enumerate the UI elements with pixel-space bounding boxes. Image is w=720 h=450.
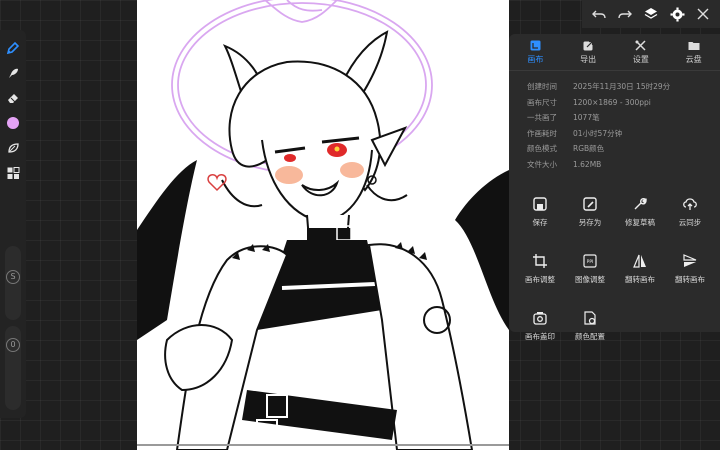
flip-horizontal-icon: [633, 254, 646, 268]
color-config-icon: [584, 311, 596, 325]
info-row: 画布尺寸 1200×1869 - 300ppi: [527, 95, 720, 111]
settings-icon: [635, 39, 646, 51]
tab-canvas[interactable]: 画布: [509, 34, 562, 70]
settings-gear-icon[interactable]: [667, 4, 687, 24]
action-label: 颜色配置: [575, 332, 605, 341]
color-swatch[interactable]: [3, 113, 23, 133]
info-key: 创建时间: [527, 82, 557, 92]
right-wing: [455, 170, 509, 330]
grid-tool-icon[interactable]: [3, 163, 23, 183]
image-adjust-button[interactable]: PPI 图像调整: [565, 251, 615, 308]
belt: [242, 390, 397, 440]
info-value: 01小时57分钟: [573, 128, 623, 138]
flip-horizontal-button[interactable]: 翻转画布: [615, 251, 665, 308]
action-label: 画布盖印: [525, 332, 555, 341]
eraser-tool-icon[interactable]: [3, 88, 23, 108]
info-key: 画布尺寸: [527, 97, 557, 107]
left-toolbar: S 0: [0, 30, 26, 418]
left-wing: [137, 160, 197, 340]
action-label: 保存: [532, 218, 548, 227]
close-icon[interactable]: [693, 4, 713, 24]
info-key: 作画耗时: [527, 128, 557, 138]
repair-icon: [634, 198, 647, 210]
tab-cloud[interactable]: 云盘: [667, 34, 720, 70]
undo-icon[interactable]: [589, 4, 609, 24]
info-row: 颜色模式 RGB颜色: [527, 141, 720, 157]
panel-tabs: 画布 导出 设置 云盘: [509, 34, 720, 71]
leaf-tool-icon[interactable]: [3, 138, 23, 158]
canvas-actions: 保存 另存为 修复草稿 云同步 画布调整 PPI 图像调整 翻转画布 翻转画布 …: [515, 194, 715, 365]
color-config-button[interactable]: 颜色配置: [565, 308, 615, 365]
save-button[interactable]: 保存: [515, 194, 565, 251]
action-label: 云同步: [678, 218, 702, 227]
svg-text:PPI: PPI: [587, 259, 594, 265]
choker: [307, 228, 351, 240]
canvas-panel: 画布 导出 设置 云盘 创建时间 2025年11月30日 15时29分 画布尺寸 1…: [509, 34, 720, 341]
stamp-icon: [533, 312, 547, 325]
tab-settings[interactable]: 设置: [615, 34, 668, 70]
info-row: 一共画了 1077笔: [527, 110, 720, 126]
info-row: 创建时间 2025年11月30日 15时29分: [527, 79, 720, 95]
info-key: 文件大小: [527, 159, 557, 169]
info-value: 2025年11月30日 15时29分: [573, 82, 671, 92]
crop-icon: [533, 254, 547, 268]
size-slider-label: S: [6, 270, 20, 284]
cloud-folder-icon: [688, 41, 700, 50]
info-value: 1077笔: [573, 113, 600, 123]
cloud-sync-icon: [683, 198, 697, 210]
pen-tool-icon[interactable]: [3, 38, 23, 58]
smudge-tool-icon[interactable]: [3, 63, 23, 83]
info-row: 文件大小 1.62MB: [527, 157, 720, 173]
character-artwork: [137, 0, 509, 450]
cloud-sync-button[interactable]: 云同步: [665, 194, 715, 251]
canvas-stamp-button[interactable]: 画布盖印: [515, 308, 565, 365]
canvas-info: 创建时间 2025年11月30日 15时29分 画布尺寸 1200×1869 - 3…: [509, 71, 720, 172]
info-value: 1200×1869 - 300ppi: [573, 97, 651, 107]
save-as-icon: [583, 197, 597, 211]
tab-label: 画布: [527, 54, 544, 64]
info-key: 一共画了: [527, 113, 557, 123]
action-label: 图像调整: [575, 275, 605, 284]
action-label: 画布调整: [525, 275, 555, 284]
export-icon: [583, 40, 593, 50]
action-label: 修复草稿: [625, 218, 655, 227]
tab-label: 云盘: [685, 54, 702, 64]
layers-icon[interactable]: [641, 4, 661, 24]
right-blush: [340, 162, 364, 178]
action-label: 翻转画布: [625, 275, 655, 284]
info-value: RGB颜色: [573, 144, 605, 154]
left-blush: [275, 166, 303, 184]
drawing-canvas[interactable]: [137, 0, 509, 450]
tab-label: 导出: [580, 54, 597, 64]
top-toolbar: [582, 0, 720, 28]
tab-export[interactable]: 导出: [562, 34, 615, 70]
left-eye: [284, 154, 296, 162]
canvas-scrollbar[interactable]: [137, 444, 509, 446]
tab-label: 设置: [632, 54, 649, 64]
save-icon: [533, 197, 547, 211]
info-key: 颜色模式: [527, 144, 557, 154]
flip-vertical-button[interactable]: 翻转画布: [665, 251, 715, 308]
image-adjust-icon: PPI: [583, 254, 597, 268]
opacity-slider-label: 0: [6, 338, 20, 352]
canvas-adjust-button[interactable]: 画布调整: [515, 251, 565, 308]
save-as-button[interactable]: 另存为: [565, 194, 615, 251]
flip-vertical-icon: [683, 254, 697, 267]
info-row: 作画耗时 01小时57分钟: [527, 126, 720, 142]
info-value: 1.62MB: [573, 159, 602, 169]
redo-icon[interactable]: [615, 4, 635, 24]
action-label: 翻转画布: [675, 275, 705, 284]
canvas-icon: [530, 40, 541, 50]
action-label: 另存为: [578, 218, 602, 227]
repair-draft-button[interactable]: 修复草稿: [615, 194, 665, 251]
